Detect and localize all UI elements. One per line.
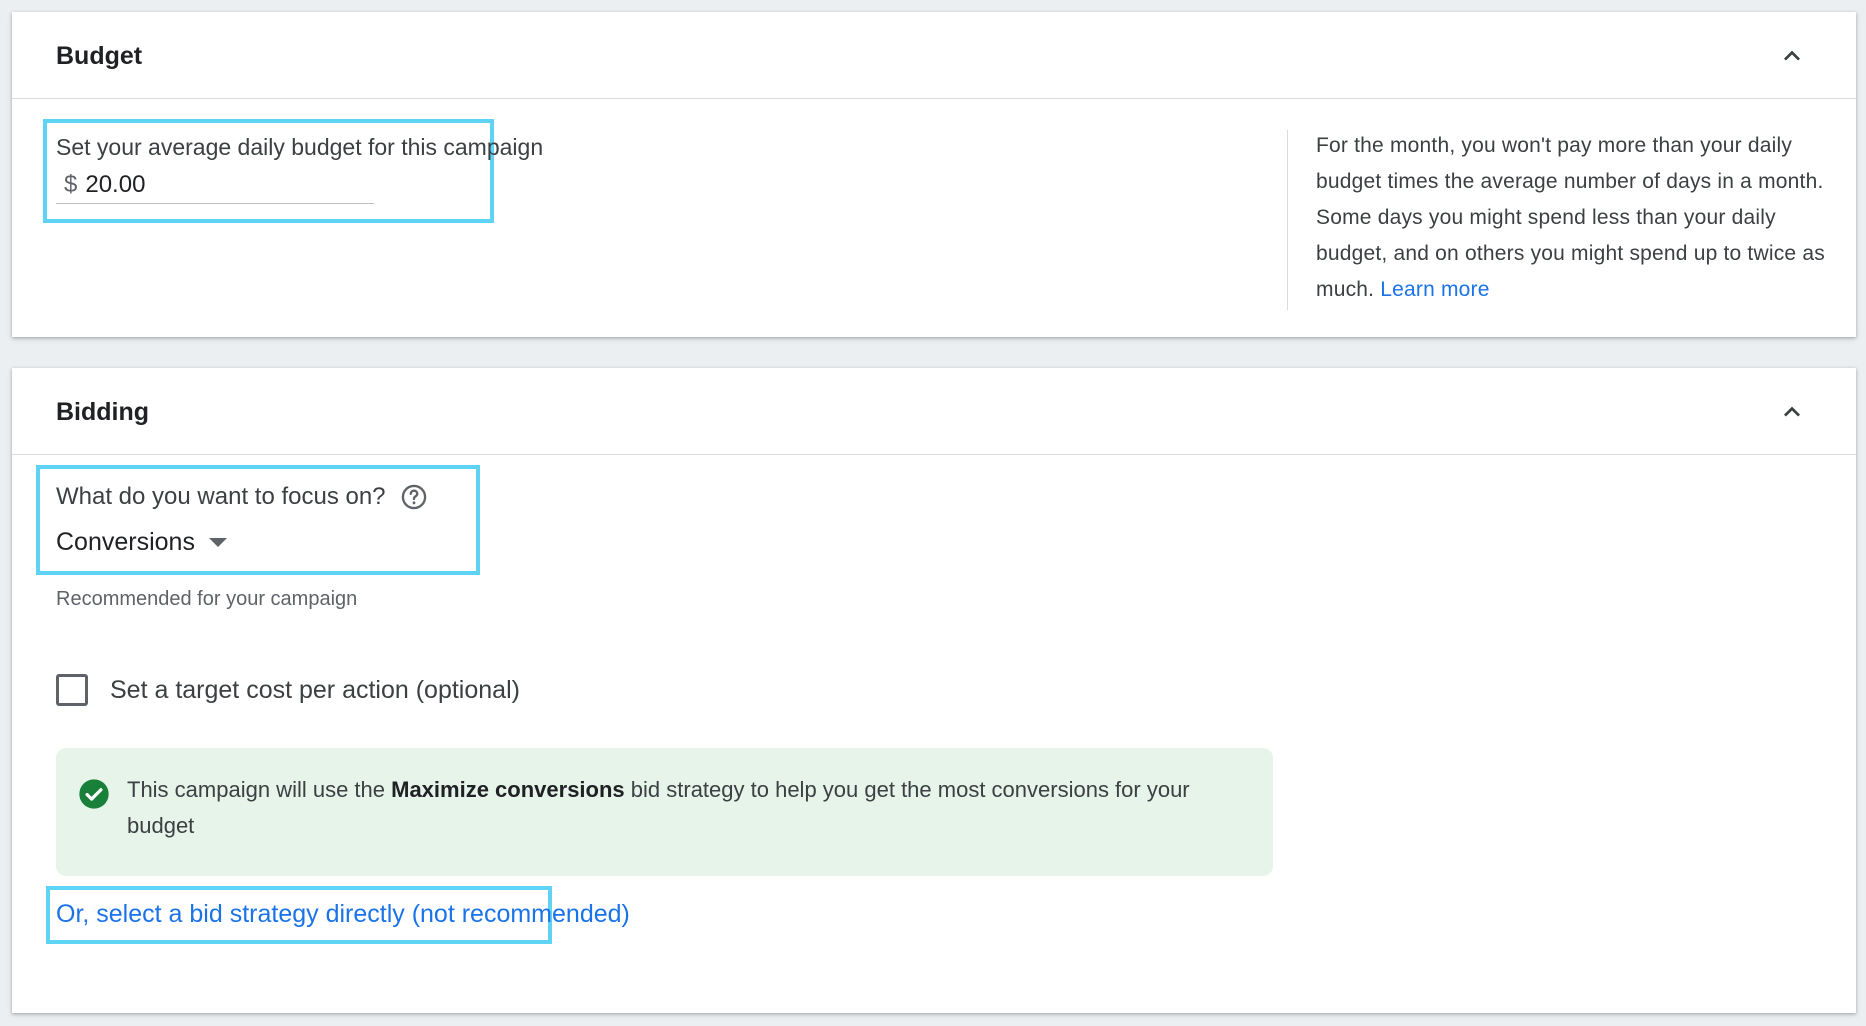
bid-strategy-info-box: This campaign will use the Maximize conv… bbox=[56, 748, 1273, 876]
target-cpa-label: Set a target cost per action (optional) bbox=[110, 675, 520, 704]
chevron-up-icon bbox=[1784, 406, 1800, 417]
bidding-card: Bidding What do you want to focus on? Co… bbox=[12, 368, 1856, 1013]
focus-label: What do you want to focus on? bbox=[56, 483, 386, 510]
budget-help-body: For the month, you won't pay more than y… bbox=[1316, 134, 1825, 301]
learn-more-link[interactable]: Learn more bbox=[1380, 278, 1489, 301]
bidding-collapse-button[interactable] bbox=[1776, 396, 1808, 428]
currency-symbol: $ bbox=[64, 171, 78, 198]
focus-dropdown-value: Conversions bbox=[56, 528, 195, 556]
info-strategy-name: Maximize conversions bbox=[391, 777, 625, 802]
budget-card: Budget Set your average daily budget for… bbox=[12, 12, 1856, 337]
help-circle-icon[interactable] bbox=[400, 483, 428, 511]
budget-collapse-button[interactable] bbox=[1776, 40, 1808, 72]
focus-field-highlight bbox=[36, 465, 480, 575]
budget-divider bbox=[1287, 130, 1288, 310]
info-prefix: This campaign will use the bbox=[127, 777, 392, 802]
bidding-header[interactable]: Bidding bbox=[12, 368, 1856, 455]
target-cpa-checkbox[interactable] bbox=[56, 674, 88, 706]
daily-budget-input[interactable] bbox=[85, 171, 336, 199]
budget-field-label: Set your average daily budget for this c… bbox=[56, 134, 544, 160]
focus-dropdown[interactable]: Conversions bbox=[56, 528, 227, 557]
chevron-up-icon bbox=[1784, 50, 1800, 61]
target-cpa-option[interactable]: Set a target cost per action (optional) bbox=[56, 674, 520, 706]
select-bid-strategy-link[interactable]: Or, select a bid strategy directly (not … bbox=[56, 900, 630, 929]
bid-strategy-info-text: This campaign will use the Maximize conv… bbox=[127, 772, 1217, 844]
budget-help-text: For the month, you won't pay more than y… bbox=[1316, 128, 1836, 308]
budget-title: Budget bbox=[56, 42, 143, 70]
focus-question: What do you want to focus on? bbox=[56, 483, 428, 511]
dropdown-arrow-icon bbox=[208, 538, 227, 547]
budget-header[interactable]: Budget bbox=[12, 12, 1856, 99]
recommended-hint: Recommended for your campaign bbox=[56, 588, 358, 610]
check-circle-icon bbox=[79, 779, 109, 809]
daily-budget-field[interactable]: $ bbox=[56, 167, 374, 204]
bidding-title: Bidding bbox=[56, 398, 150, 426]
